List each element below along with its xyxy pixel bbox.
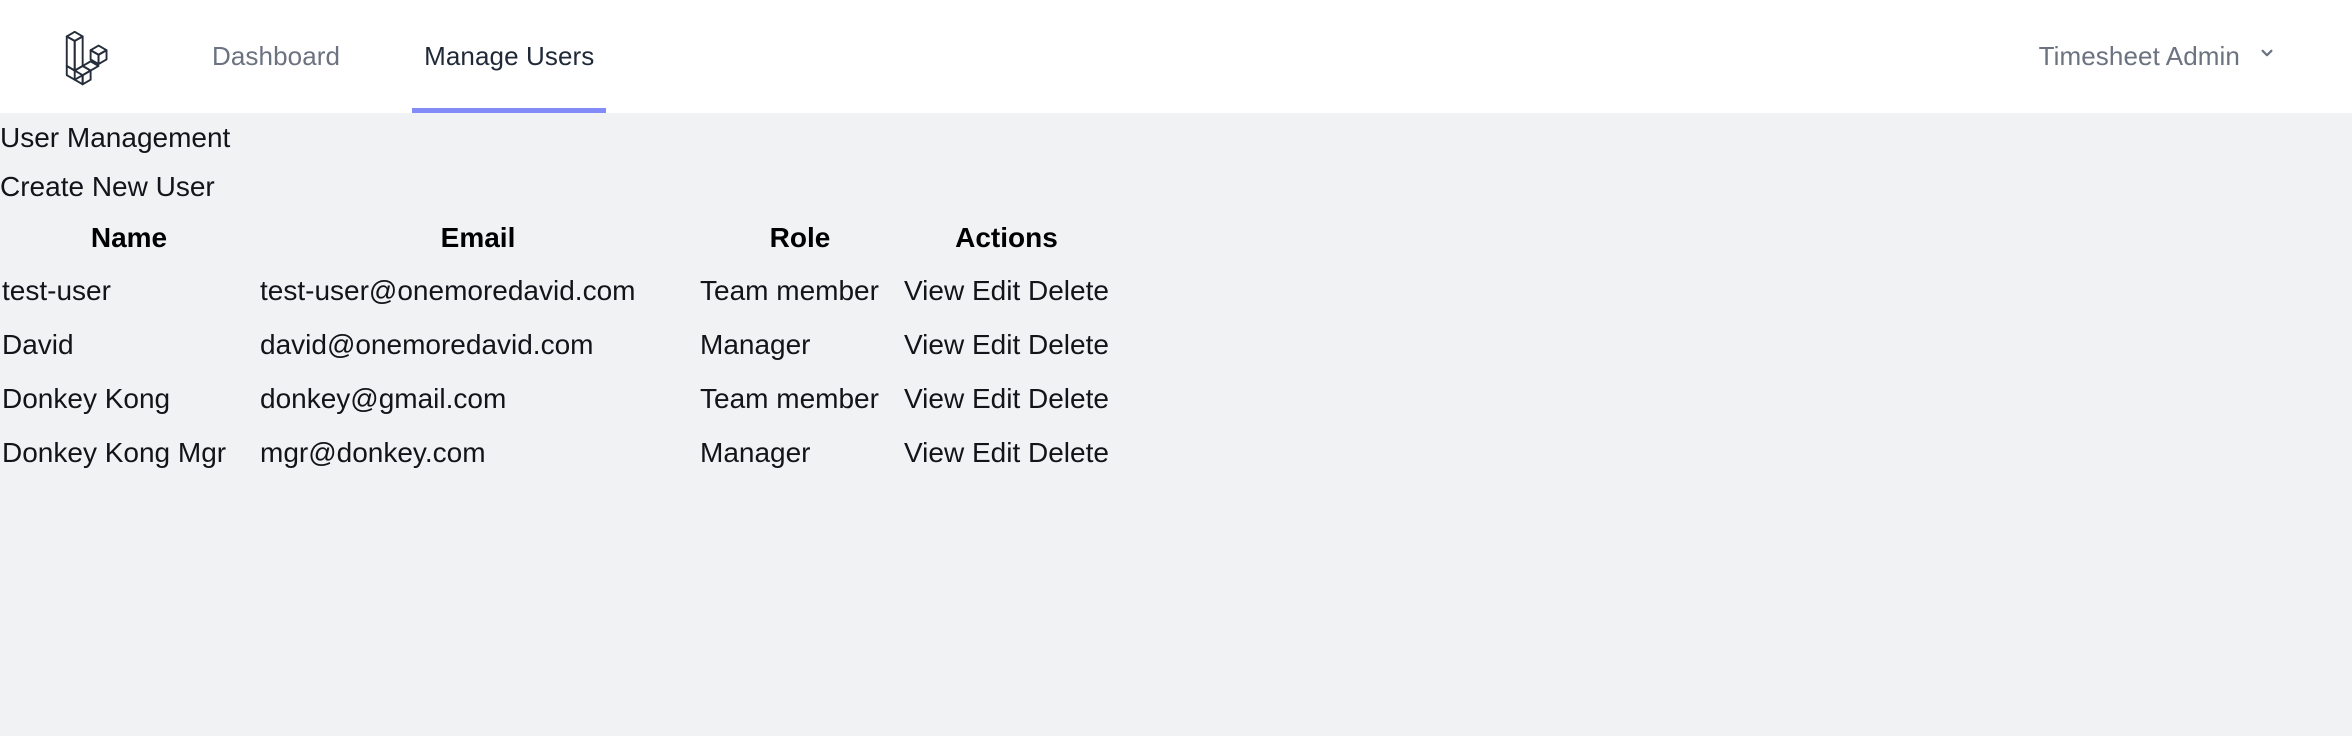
laravel-logo-link[interactable] [0,0,120,113]
cell-user-role: Manager [700,329,811,360]
users-table-body: test-user test-user@onemoredavid.com Tea… [0,264,1111,480]
column-header-actions: Actions [955,222,1058,253]
action-separator [964,437,972,468]
chevron-down-icon [2256,42,2278,71]
cell-user-role: Team member [700,383,879,414]
page-title: User Management [0,122,231,153]
page-content: User Management Create New User Name Ema… [0,113,2352,736]
action-separator [964,383,972,414]
delete-user-link[interactable]: Delete [1028,329,1109,360]
edit-user-link[interactable]: Edit [972,383,1020,414]
table-row: Donkey Kong donkey@gmail.com Team member… [0,372,1111,426]
cell-user-name: Donkey Kong Mgr [2,437,227,468]
cell-user-name: test-user [2,275,111,306]
users-table: Name Email Role Actions test-user test-u… [0,211,1111,480]
action-separator [964,329,972,360]
laravel-logo-icon [55,26,111,88]
column-header-role: Role [769,222,831,253]
action-separator [1020,329,1028,360]
table-row: Donkey Kong Mgr mgr@donkey.com Manager V… [0,426,1111,480]
nav-link-manage-users[interactable]: Manage Users [412,0,607,113]
edit-user-link[interactable]: Edit [972,275,1020,306]
table-row: test-user test-user@onemoredavid.com Tea… [0,264,1111,318]
view-user-link[interactable]: View [904,383,964,414]
cell-user-actions: View Edit Delete [902,264,1111,318]
column-header-email: Email [440,222,516,253]
cell-user-name: David [2,329,74,360]
cell-user-email: donkey@gmail.com [260,383,507,414]
nav-link-dashboard[interactable]: Dashboard [200,0,352,113]
primary-nav-links: Dashboard Manage Users [200,0,666,113]
top-navigation-bar: Dashboard Manage Users Timesheet Admin [0,0,2352,113]
action-separator [1020,383,1028,414]
action-separator [964,275,972,306]
action-separator [1020,275,1028,306]
table-row: David david@onemoredavid.com Manager Vie… [0,318,1111,372]
cell-user-email: test-user@onemoredavid.com [260,275,636,306]
delete-user-link[interactable]: Delete [1028,383,1109,414]
view-user-link[interactable]: View [904,275,964,306]
user-menu-label: Timesheet Admin [2038,41,2240,71]
cell-user-email: mgr@donkey.com [260,437,486,468]
cell-user-actions: View Edit Delete [902,372,1111,426]
action-separator [1020,437,1028,468]
user-menu-button[interactable]: Timesheet Admin [2039,0,2352,113]
column-header-name: Name [90,222,168,253]
view-user-link[interactable]: View [904,437,964,468]
users-table-head: Name Email Role Actions [0,211,1111,264]
nav-inner: Dashboard Manage Users Timesheet Admin [0,0,2352,113]
edit-user-link[interactable]: Edit [972,437,1020,468]
cell-user-actions: View Edit Delete [902,426,1111,480]
cell-user-actions: View Edit Delete [902,318,1111,372]
delete-user-link[interactable]: Delete [1028,437,1109,468]
view-user-link[interactable]: View [904,329,964,360]
cell-user-role: Manager [700,437,811,468]
table-header-row: Name Email Role Actions [0,211,1111,264]
cell-user-email: david@onemoredavid.com [260,329,594,360]
cell-user-name: Donkey Kong [2,383,171,414]
delete-user-link[interactable]: Delete [1028,275,1109,306]
cell-user-role: Team member [700,275,879,306]
edit-user-link[interactable]: Edit [972,329,1020,360]
create-new-user-link[interactable]: Create New User [0,162,215,211]
